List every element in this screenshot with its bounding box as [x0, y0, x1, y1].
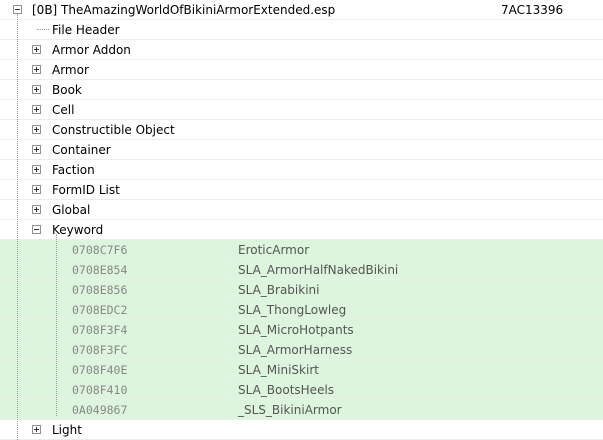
tree-row-book[interactable]: Book	[0, 80, 603, 100]
tree-row-keyword[interactable]: Keyword	[0, 220, 603, 240]
keyword-formid: 0708C7F6	[72, 243, 128, 257]
keyword-editor-id: SLA_Brabikini	[238, 283, 320, 297]
keyword-editor-id: SLA_ArmorHarness	[238, 343, 353, 357]
keyword-formid: 0708E856	[72, 283, 128, 297]
group-label: Container	[52, 143, 111, 157]
group-label: Global	[52, 203, 91, 217]
plugin-id: 7AC13396	[501, 3, 564, 17]
column-divider	[227, 320, 228, 340]
keyword-formid: 0A049867	[72, 403, 128, 417]
keyword-formid: 0708F410	[72, 383, 128, 397]
column-divider	[227, 280, 228, 300]
keyword-editor-id: SLA_MiniSkirt	[238, 363, 319, 377]
group-label: Cell	[52, 103, 75, 117]
column-divider	[227, 340, 228, 360]
tree-row-global[interactable]: Global	[0, 200, 603, 220]
group-label: File Header	[52, 23, 120, 37]
column-divider	[227, 240, 228, 260]
tree-row-keyword[interactable]: 0708EDC2 SLA_ThongLowleg	[0, 300, 603, 320]
group-label: Constructible Object	[52, 123, 175, 137]
expand-icon[interactable]	[32, 45, 41, 54]
expand-icon[interactable]	[32, 145, 41, 154]
tree-row-keyword[interactable]: 0708F40E SLA_MiniSkirt	[0, 360, 603, 380]
column-divider	[227, 380, 228, 400]
keyword-editor-id: SLA_MicroHotpants	[238, 323, 354, 337]
keyword-formid: 0708E854	[72, 263, 128, 277]
keyword-formid: 0708F3FC	[72, 343, 128, 357]
record-tree[interactable]: [0B] TheAmazingWorldOfBikiniArmorExtende…	[0, 0, 603, 440]
plugin-name: [0B] TheAmazingWorldOfBikiniArmorExtende…	[32, 3, 336, 17]
tree-row-constructible-object[interactable]: Constructible Object	[0, 120, 603, 140]
column-divider	[227, 300, 228, 320]
tree-row-cell[interactable]: Cell	[0, 100, 603, 120]
group-label: FormID List	[52, 183, 120, 197]
expand-icon[interactable]	[32, 185, 41, 194]
keyword-editor-id: SLA_BootsHeels	[238, 383, 335, 397]
keyword-formid: 0708EDC2	[72, 303, 128, 317]
tree-row-keyword[interactable]: 0A049867 _SLS_BikiniArmor	[0, 400, 603, 420]
tree-row-container[interactable]: Container	[0, 140, 603, 160]
group-label: Faction	[52, 163, 95, 177]
keyword-formid: 0708F40E	[72, 363, 128, 377]
column-divider	[227, 400, 228, 420]
collapse-icon[interactable]	[13, 5, 22, 14]
expand-icon[interactable]	[32, 105, 41, 114]
keyword-editor-id: SLA_ThongLowleg	[238, 303, 347, 317]
group-label: Book	[52, 83, 82, 97]
tree-connector-line	[17, 14, 18, 440]
tree-row-keyword[interactable]: 0708F3FC SLA_ArmorHarness	[0, 340, 603, 360]
tree-row-file-header[interactable]: File Header	[0, 20, 603, 40]
collapse-icon[interactable]	[32, 225, 41, 234]
keyword-editor-id: EroticArmor	[238, 243, 310, 257]
expand-icon[interactable]	[32, 125, 41, 134]
tree-row-keyword[interactable]: 0708F3F4 SLA_MicroHotpants	[0, 320, 603, 340]
keyword-formid: 0708F3F4	[72, 323, 128, 337]
tree-row-keyword[interactable]: 0708E856 SLA_Brabikini	[0, 280, 603, 300]
tree-row-keyword[interactable]: 0708E854 SLA_ArmorHalfNakedBikini	[0, 260, 603, 280]
tree-row-keyword[interactable]: 0708F410 SLA_BootsHeels	[0, 380, 603, 400]
group-label: Armor	[52, 63, 89, 77]
group-label: Keyword	[52, 223, 104, 237]
tree-row-faction[interactable]: Faction	[0, 160, 603, 180]
tree-row-plugin[interactable]: [0B] TheAmazingWorldOfBikiniArmorExtende…	[0, 0, 603, 20]
group-label: Light	[52, 423, 82, 437]
column-divider	[227, 260, 228, 280]
tree-row-keyword[interactable]: 0708C7F6 EroticArmor	[0, 240, 603, 260]
expand-icon[interactable]	[32, 205, 41, 214]
tree-row-armor[interactable]: Armor	[0, 60, 603, 80]
keyword-editor-id: _SLS_BikiniArmor	[238, 403, 342, 417]
tree-row-armor-addon[interactable]: Armor Addon	[0, 40, 603, 60]
tree-connector-line	[56, 234, 57, 416]
group-label: Armor Addon	[52, 43, 131, 57]
tree-row-light[interactable]: Light	[0, 420, 603, 440]
expand-icon[interactable]	[32, 85, 41, 94]
keyword-editor-id: SLA_ArmorHalfNakedBikini	[238, 263, 399, 277]
expand-icon[interactable]	[32, 65, 41, 74]
column-divider	[227, 360, 228, 380]
tree-row-formid-list[interactable]: FormID List	[0, 180, 603, 200]
expand-icon[interactable]	[32, 165, 41, 174]
